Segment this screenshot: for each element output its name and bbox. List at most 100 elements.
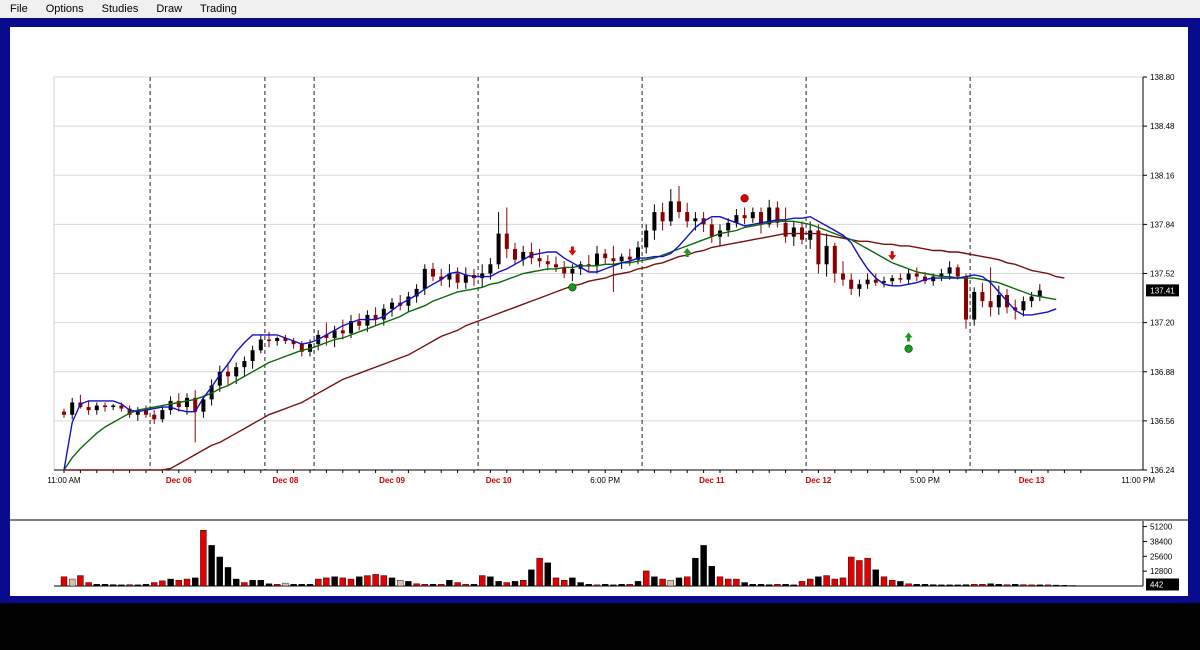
volume-bar [306, 584, 314, 587]
candle-body [152, 414, 157, 420]
volume-bar [265, 583, 273, 587]
candle-body [381, 308, 386, 320]
volume-bar [1052, 584, 1060, 587]
volume-bar [913, 584, 920, 587]
candle-body [242, 361, 247, 368]
candle-body [857, 284, 862, 289]
volume-bar [134, 584, 142, 587]
chart-panel: 138.80 138.48 138.16 137.84 137.52 137.20 136.… [10, 27, 1188, 596]
volume-bar [954, 584, 961, 587]
volume-bar [856, 560, 863, 587]
volume-bar [470, 584, 478, 587]
volume-bar [897, 581, 904, 587]
price-y-tick-label: 136.56 [1150, 417, 1175, 426]
volume-bar [1069, 585, 1076, 587]
volume-bar [839, 577, 847, 587]
candle-body [677, 201, 681, 213]
menu-studies[interactable]: Studies [92, 3, 147, 15]
candle-body [693, 218, 698, 222]
candle-body [619, 256, 624, 262]
candle-body [340, 330, 345, 334]
candle-body [972, 291, 977, 320]
volume-bar [552, 577, 560, 587]
candle-body [644, 230, 649, 248]
volume-bar [520, 579, 527, 587]
candle-body [463, 275, 468, 283]
candle-body [390, 302, 394, 309]
signal-dot [904, 344, 913, 353]
candle-body [627, 256, 632, 260]
candle-body [365, 314, 370, 326]
candle-body [226, 371, 230, 377]
volume-bar [618, 584, 625, 587]
volume-bar [282, 582, 289, 587]
candle-body [660, 212, 665, 222]
candle-body [955, 267, 960, 277]
volume-bar [684, 576, 691, 587]
volume-y-tick-label: 51200 [1150, 523, 1173, 532]
volume-bar [757, 584, 765, 587]
volume-bar [388, 577, 396, 587]
price-x-tick-label: Dec 10 [486, 476, 512, 485]
volume-bar [405, 581, 412, 587]
volume-bar [930, 584, 937, 587]
volume-bar [1061, 585, 1068, 587]
candle-body [816, 230, 821, 265]
candle-body [824, 245, 829, 265]
volume-bar [528, 569, 535, 587]
candle-body [422, 268, 427, 289]
chart-canvas[interactable]: 138.80 138.48 138.16 137.84 137.52 137.20 136.… [10, 27, 1188, 596]
volume-bar [323, 577, 330, 587]
volume-bar [971, 584, 978, 587]
candle-body [86, 407, 91, 411]
candle-body [545, 261, 550, 265]
volume-bar [1012, 584, 1019, 587]
volume-bar [774, 584, 781, 587]
candle-body [275, 337, 280, 342]
menu-draw[interactable]: Draw [146, 3, 190, 15]
volume-bar [790, 584, 797, 587]
candle-body [906, 273, 911, 280]
volume-bar [495, 581, 502, 587]
volume-bar [692, 557, 699, 587]
last-price-label: 137.41 [1150, 286, 1175, 295]
candle-body [185, 397, 189, 408]
candle-body [726, 222, 731, 231]
candle-body [603, 253, 608, 259]
volume-bar [675, 577, 683, 587]
volume-bar [1028, 584, 1035, 587]
volume-bar [872, 569, 879, 587]
price-y-tick-label: 138.48 [1150, 122, 1175, 131]
candle-body [750, 212, 755, 219]
volume-bar [667, 579, 674, 587]
candle-body [668, 201, 673, 222]
candle-body [537, 258, 542, 262]
price-y-tick-label: 137.20 [1150, 319, 1175, 328]
volume-bar [101, 584, 109, 587]
volume-bar [232, 578, 240, 587]
volume-bar [569, 577, 576, 587]
candle-body [849, 279, 854, 289]
candle-body [554, 264, 558, 268]
candle-body [841, 273, 845, 280]
volume-bar [438, 584, 445, 587]
volume-bar [109, 584, 117, 587]
volume-bar [126, 584, 133, 587]
candle-body [488, 264, 493, 274]
menu-file[interactable]: File [0, 3, 36, 15]
candle-body [570, 268, 575, 274]
menu-options[interactable]: Options [36, 3, 92, 15]
candle-body [504, 233, 509, 249]
volume-y-tick-label: 38400 [1150, 537, 1173, 546]
candle-body [119, 405, 124, 409]
volume-bar [561, 579, 568, 587]
volume-bar [446, 579, 453, 587]
volume-bar [274, 584, 281, 587]
candle-body [1029, 296, 1034, 302]
candle-body [234, 367, 239, 377]
volume-bar [1036, 584, 1044, 587]
volume-bar [487, 576, 494, 587]
menu-trading[interactable]: Trading [190, 3, 245, 15]
candle-body [168, 400, 173, 411]
volume-bar [626, 584, 633, 587]
